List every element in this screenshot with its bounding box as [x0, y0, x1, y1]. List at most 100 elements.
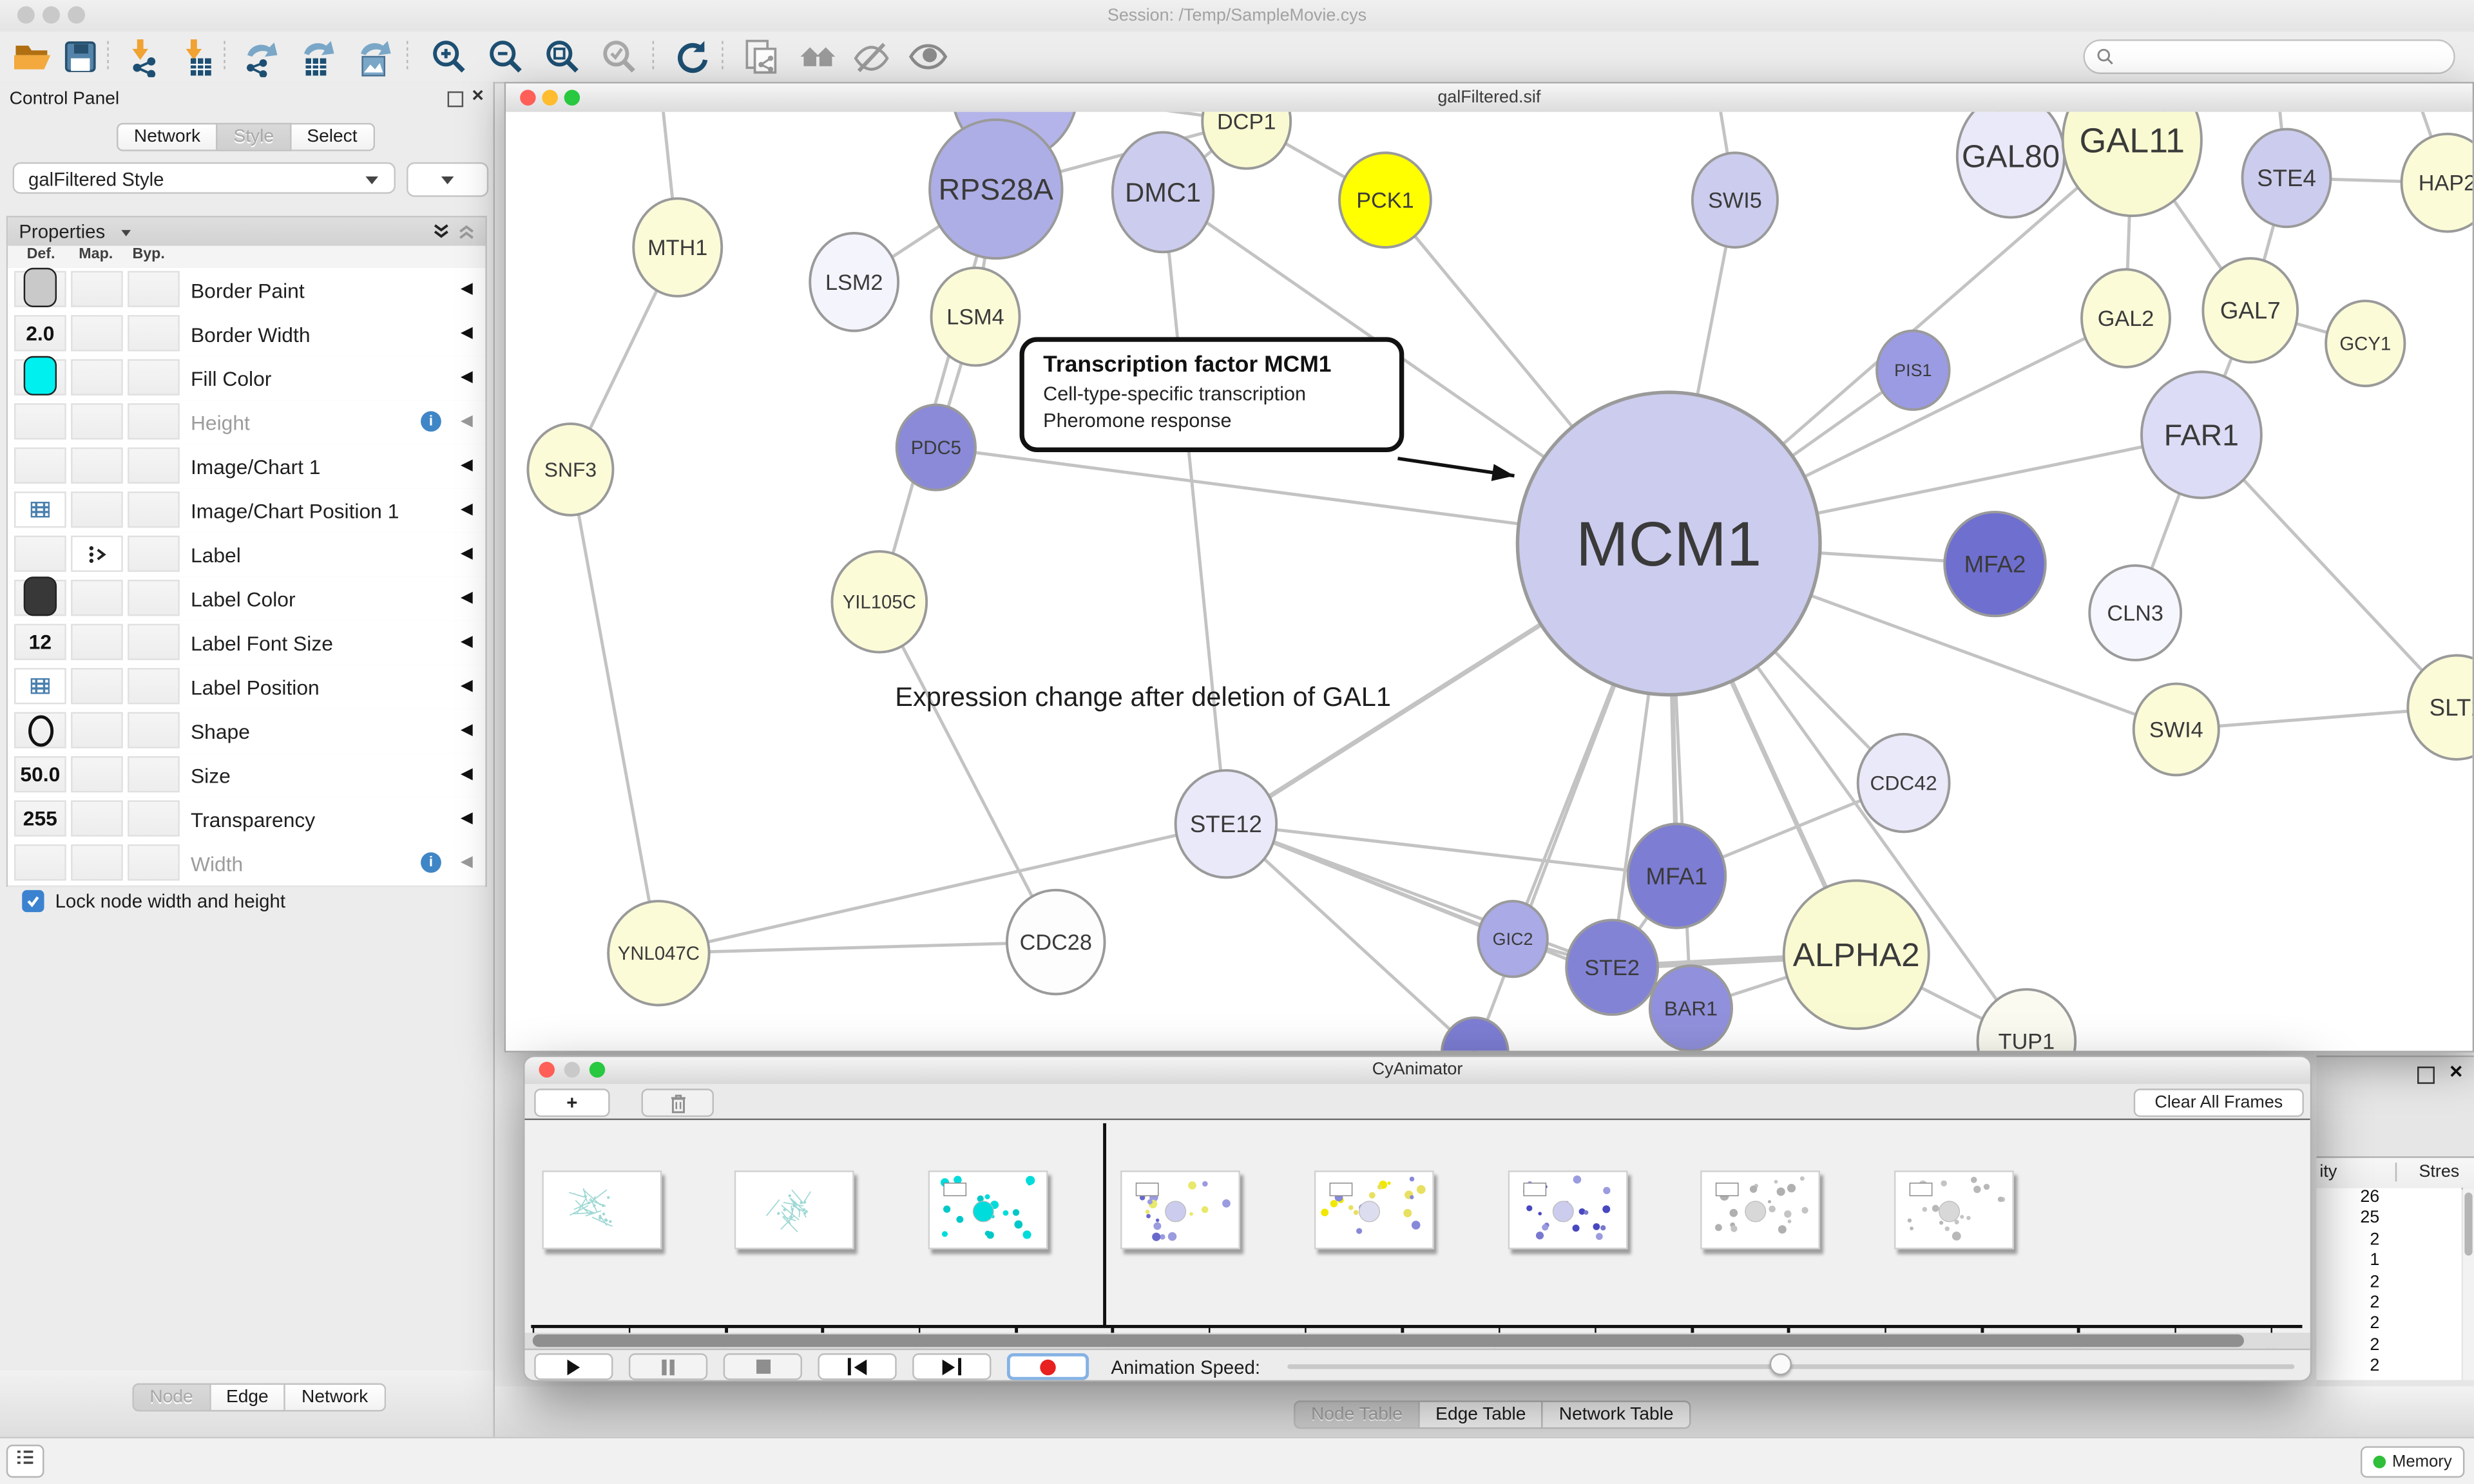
zoom-in-icon[interactable]: [428, 36, 470, 77]
close-table-panel-icon[interactable]: ✕: [2449, 1065, 2464, 1080]
tab-network[interactable]: Network: [117, 123, 218, 151]
timeline-scrollbar[interactable]: [524, 1333, 2310, 1348]
expand-row-icon[interactable]: ◀: [461, 280, 473, 298]
property-row[interactable]: Heighti◀: [8, 400, 485, 446]
add-frame-button[interactable]: +: [534, 1089, 609, 1117]
property-cell[interactable]: [71, 403, 123, 439]
property-cell[interactable]: [14, 580, 66, 616]
property-cell[interactable]: 12: [14, 624, 66, 660]
table-row[interactable]: 1: [2316, 1251, 2461, 1272]
collapse-all-icon[interactable]: [457, 222, 475, 241]
close-panel-icon[interactable]: ✕: [471, 90, 484, 105]
expand-row-icon[interactable]: ◀: [461, 721, 473, 739]
skip-end-button[interactable]: [912, 1353, 991, 1380]
annotation-box[interactable]: Transcription factor MCM1 Cell-type-spec…: [1019, 337, 1404, 452]
network-edge[interactable]: [658, 824, 1226, 953]
open-folder-icon[interactable]: [13, 36, 54, 77]
expand-row-icon[interactable]: ◀: [461, 325, 473, 342]
frame-thumbnail-4[interactable]: [1314, 1170, 1434, 1249]
property-cell[interactable]: [14, 359, 66, 395]
property-row[interactable]: Image/Chart 1◀: [8, 444, 485, 490]
float-table-panel-icon[interactable]: [2417, 1067, 2435, 1084]
show-panel-eye-icon[interactable]: [908, 36, 949, 77]
table-row[interactable]: 2: [2316, 1230, 2461, 1251]
expand-row-icon[interactable]: ◀: [461, 501, 473, 518]
property-cell[interactable]: [128, 271, 180, 307]
property-cell[interactable]: [128, 359, 180, 395]
scrollbar-thumb[interactable]: [2464, 1193, 2472, 1256]
property-cell[interactable]: [128, 315, 180, 351]
style-options-button[interactable]: [407, 162, 488, 197]
property-cell[interactable]: [71, 359, 123, 395]
properties-header[interactable]: Properties: [8, 218, 485, 247]
expand-row-icon[interactable]: ◀: [461, 545, 473, 562]
table-row[interactable]: 25: [2316, 1209, 2461, 1230]
expand-row-icon[interactable]: ◀: [461, 589, 473, 607]
home-network-icon[interactable]: [798, 36, 839, 77]
property-cell[interactable]: [71, 271, 123, 307]
stop-button[interactable]: [724, 1353, 802, 1380]
property-cell[interactable]: [128, 448, 180, 484]
frame-thumbnail-3[interactable]: [1121, 1170, 1241, 1249]
property-cell[interactable]: [128, 624, 180, 660]
tab-node-table[interactable]: Node Table: [1294, 1400, 1420, 1429]
table-row[interactable]: 2: [2316, 1272, 2461, 1293]
frame-thumbnail-6[interactable]: [1700, 1170, 1820, 1249]
property-row[interactable]: 2.0Border Width◀: [8, 312, 485, 357]
property-cell[interactable]: [71, 448, 123, 484]
property-cell[interactable]: [128, 536, 180, 572]
property-row[interactable]: Shape◀: [8, 709, 485, 755]
play-button[interactable]: [534, 1353, 613, 1380]
expand-row-icon[interactable]: ◀: [461, 413, 473, 430]
property-cell[interactable]: [71, 580, 123, 616]
network-canvas[interactable]: RPS28BDCP1RPS28ADMC1PCK1SWI5GAL80GAL11ST…: [506, 112, 2472, 1051]
import-table-icon[interactable]: [177, 36, 218, 77]
zoom-fit-icon[interactable]: [542, 36, 583, 77]
property-row[interactable]: Fill Color◀: [8, 356, 485, 402]
hide-panel-eye-slash-icon[interactable]: [851, 36, 892, 77]
property-cell[interactable]: 50.0: [14, 756, 66, 792]
property-cell[interactable]: [128, 491, 180, 528]
property-cell[interactable]: [14, 448, 66, 484]
delete-frame-button[interactable]: [641, 1089, 714, 1117]
property-cell[interactable]: [14, 844, 66, 880]
skip-start-button[interactable]: [818, 1353, 896, 1380]
property-cell[interactable]: [128, 668, 180, 704]
frame-thumbnail-7[interactable]: [1894, 1170, 2013, 1249]
property-cell[interactable]: [14, 403, 66, 439]
info-icon[interactable]: i: [421, 411, 441, 432]
table-row[interactable]: 2: [2316, 1293, 2461, 1315]
refresh-icon[interactable]: [671, 36, 713, 77]
table-row[interactable]: 2: [2316, 1335, 2461, 1356]
property-row[interactable]: 12Label Font Size◀: [8, 621, 485, 667]
search-input[interactable]: [2083, 39, 2455, 74]
tab-node[interactable]: Node: [132, 1384, 210, 1412]
tab-network-table[interactable]: Network Table: [1543, 1400, 1691, 1429]
property-row[interactable]: Label Position◀: [8, 665, 485, 710]
pause-button[interactable]: [629, 1353, 707, 1380]
playhead[interactable]: [1104, 1123, 1106, 1325]
property-cell[interactable]: [128, 712, 180, 748]
task-history-button[interactable]: [6, 1445, 44, 1478]
table-row[interactable]: 26: [2316, 1188, 2461, 1209]
column-header[interactable]: ity: [2319, 1163, 2337, 1181]
network-node-partial[interactable]: [1442, 1018, 1508, 1051]
expand-row-icon[interactable]: ◀: [461, 633, 473, 651]
property-cell[interactable]: [14, 271, 66, 307]
property-cell[interactable]: [128, 580, 180, 616]
property-cell[interactable]: [14, 491, 66, 528]
property-cell[interactable]: 255: [14, 801, 66, 837]
tab-edge-table[interactable]: Edge Table: [1420, 1400, 1544, 1429]
save-icon[interactable]: [60, 36, 101, 77]
annotation-link[interactable]: Cell-type-specific transcription: [1043, 383, 1383, 404]
network-edge[interactable]: [879, 602, 1056, 942]
float-panel-icon[interactable]: [448, 91, 463, 107]
export-table-icon[interactable]: [296, 36, 338, 77]
property-cell[interactable]: [71, 668, 123, 704]
property-cell[interactable]: [71, 315, 123, 351]
frame-thumbnail-5[interactable]: [1508, 1170, 1627, 1249]
record-button[interactable]: [1007, 1353, 1089, 1380]
lock-checkbox[interactable]: [22, 890, 44, 912]
frame-thumbnail-1[interactable]: [734, 1170, 854, 1249]
expand-row-icon[interactable]: ◀: [461, 766, 473, 783]
